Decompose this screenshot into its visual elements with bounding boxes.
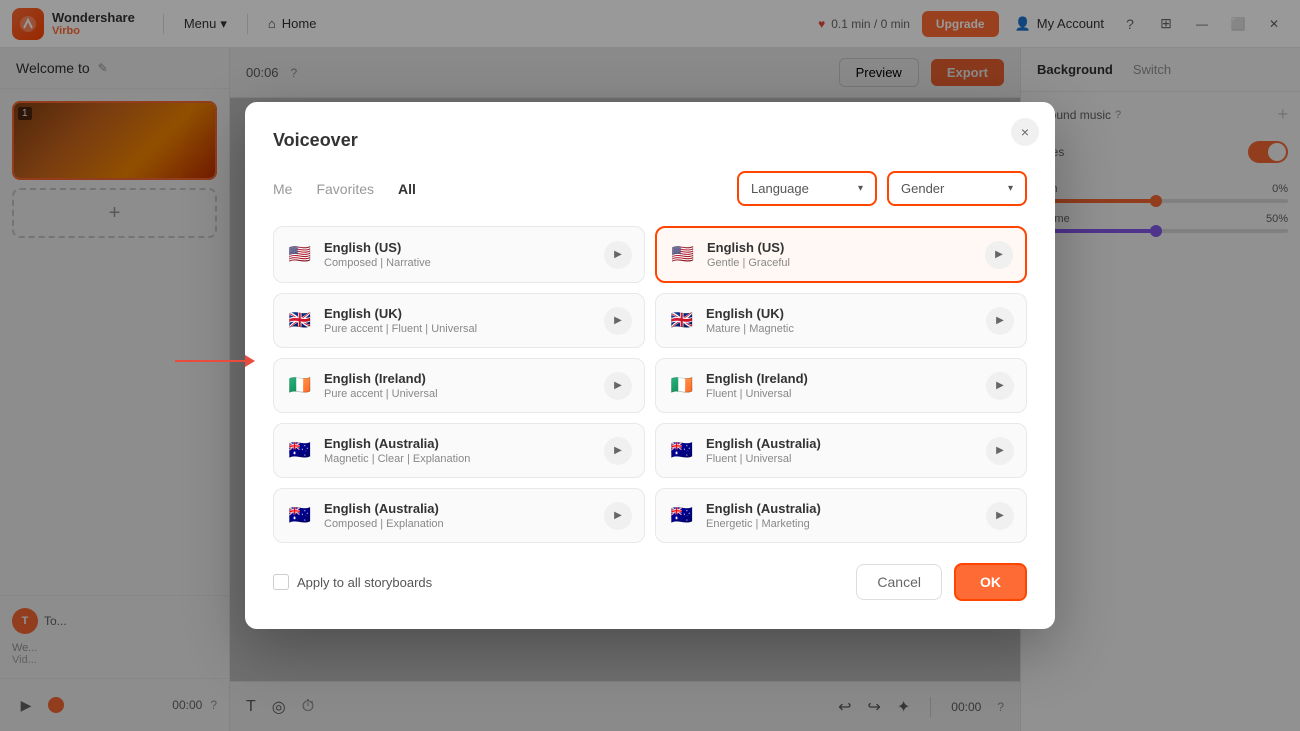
filter-area: Language ▾ Gender ▾ (737, 171, 1027, 206)
voice-card-en-uk-1[interactable]: 🇬🇧 English (UK) Pure accent | Fluent | U… (273, 293, 645, 348)
cancel-button[interactable]: Cancel (856, 564, 942, 600)
voice-flag-9: 🇦🇺 (668, 506, 696, 526)
red-arrow-indicator (175, 355, 255, 367)
voice-info-4: English (Ireland) Pure accent | Universa… (324, 371, 594, 400)
voice-name-4: English (Ireland) (324, 371, 594, 386)
voice-card-en-uk-2[interactable]: 🇬🇧 English (UK) Mature | Magnetic ▶ (655, 293, 1027, 348)
voice-name-3: English (UK) (706, 306, 976, 321)
voice-flag-2: 🇬🇧 (286, 311, 314, 331)
voice-card-en-ie-2[interactable]: 🇮🇪 English (Ireland) Fluent | Universal … (655, 358, 1027, 413)
arrow-line (175, 360, 245, 362)
voice-desc-3: Mature | Magnetic (706, 323, 976, 335)
voice-grid: 🇺🇸 English (US) Composed | Narrative ▶ 🇺… (273, 226, 1027, 543)
apply-all-label: Apply to all storyboards (297, 575, 432, 590)
app-background: Wondershare Virbo Menu ▾ ⌂ Home ♥ 0.1 mi… (0, 0, 1300, 731)
voice-play-button-9[interactable]: ▶ (986, 502, 1014, 530)
voice-card-en-au-3[interactable]: 🇦🇺 English (Australia) Composed | Explan… (273, 488, 645, 543)
voice-card-en-ie-1[interactable]: 🇮🇪 English (Ireland) Pure accent | Unive… (273, 358, 645, 413)
voice-flag-6: 🇦🇺 (286, 441, 314, 461)
apply-all-checkbox[interactable] (273, 574, 289, 590)
gender-chevron-icon: ▾ (1008, 183, 1013, 194)
voice-info-7: English (Australia) Fluent | Universal (706, 436, 976, 465)
language-filter[interactable]: Language ▾ (737, 171, 877, 206)
voice-info-8: English (Australia) Composed | Explanati… (324, 501, 594, 530)
voice-info-2: English (UK) Pure accent | Fluent | Univ… (324, 306, 594, 335)
voice-desc-0: Composed | Narrative (324, 257, 594, 269)
voice-name-7: English (Australia) (706, 436, 976, 451)
tab-me[interactable]: Me (273, 181, 292, 197)
voice-desc-6: Magnetic | Clear | Explanation (324, 453, 594, 465)
voice-info-6: English (Australia) Magnetic | Clear | E… (324, 436, 594, 465)
modal-footer: Apply to all storyboards Cancel OK (273, 563, 1027, 601)
voice-name-5: English (Ireland) (706, 371, 976, 386)
voice-name-2: English (UK) (324, 306, 594, 321)
voice-desc-9: Energetic | Marketing (706, 518, 976, 530)
voice-info-3: English (UK) Mature | Magnetic (706, 306, 976, 335)
voice-card-en-au-4[interactable]: 🇦🇺 English (Australia) Energetic | Marke… (655, 488, 1027, 543)
voice-flag-4: 🇮🇪 (286, 376, 314, 396)
voice-play-button-1[interactable]: ▶ (985, 241, 1013, 269)
voice-name-0: English (US) (324, 240, 594, 255)
voice-info-1: English (US) Gentle | Graceful (707, 240, 975, 269)
arrow-head (245, 355, 255, 367)
voice-desc-7: Fluent | Universal (706, 453, 976, 465)
gender-filter[interactable]: Gender ▾ (887, 171, 1027, 206)
voice-name-6: English (Australia) (324, 436, 594, 451)
voice-card-en-us-1[interactable]: 🇺🇸 English (US) Composed | Narrative ▶ (273, 226, 645, 283)
voice-name-1: English (US) (707, 240, 975, 255)
voice-flag-3: 🇬🇧 (668, 311, 696, 331)
voice-desc-5: Fluent | Universal (706, 388, 976, 400)
voice-card-en-us-2[interactable]: 🇺🇸 English (US) Gentle | Graceful ▶ (655, 226, 1027, 283)
voice-flag-8: 🇦🇺 (286, 506, 314, 526)
modal-tabs: Me Favorites All Language ▾ Gender ▾ (273, 171, 1027, 206)
tab-favorites[interactable]: Favorites (316, 181, 374, 197)
voice-name-8: English (Australia) (324, 501, 594, 516)
gender-filter-label: Gender (901, 181, 1002, 196)
voice-play-button-0[interactable]: ▶ (604, 241, 632, 269)
voice-play-button-6[interactable]: ▶ (604, 437, 632, 465)
apply-all-checkbox-label[interactable]: Apply to all storyboards (273, 574, 432, 590)
ok-button[interactable]: OK (954, 563, 1027, 601)
modal-title: Voiceover (273, 130, 1027, 151)
voiceover-modal: × Voiceover Me Favorites All Language ▾ … (245, 102, 1055, 629)
tab-all[interactable]: All (398, 181, 416, 197)
voice-play-button-7[interactable]: ▶ (986, 437, 1014, 465)
voice-play-button-5[interactable]: ▶ (986, 372, 1014, 400)
voice-card-en-au-2[interactable]: 🇦🇺 English (Australia) Fluent | Universa… (655, 423, 1027, 478)
voice-info-9: English (Australia) Energetic | Marketin… (706, 501, 976, 530)
voice-play-button-3[interactable]: ▶ (986, 307, 1014, 335)
voice-card-en-au-1[interactable]: 🇦🇺 English (Australia) Magnetic | Clear … (273, 423, 645, 478)
voice-flag-1: 🇺🇸 (669, 245, 697, 265)
voice-flag-5: 🇮🇪 (668, 376, 696, 396)
modal-overlay: × Voiceover Me Favorites All Language ▾ … (0, 0, 1300, 731)
language-filter-label: Language (751, 181, 852, 196)
voice-desc-8: Composed | Explanation (324, 518, 594, 530)
voice-flag-7: 🇦🇺 (668, 441, 696, 461)
voice-desc-1: Gentle | Graceful (707, 257, 975, 269)
voice-play-button-4[interactable]: ▶ (604, 372, 632, 400)
voice-play-button-2[interactable]: ▶ (604, 307, 632, 335)
voice-flag-0: 🇺🇸 (286, 245, 314, 265)
voice-desc-4: Pure accent | Universal (324, 388, 594, 400)
modal-close-button[interactable]: × (1011, 118, 1039, 146)
voice-info-5: English (Ireland) Fluent | Universal (706, 371, 976, 400)
voice-play-button-8[interactable]: ▶ (604, 502, 632, 530)
voice-info-0: English (US) Composed | Narrative (324, 240, 594, 269)
voice-desc-2: Pure accent | Fluent | Universal (324, 323, 594, 335)
voice-name-9: English (Australia) (706, 501, 976, 516)
language-chevron-icon: ▾ (858, 183, 863, 194)
